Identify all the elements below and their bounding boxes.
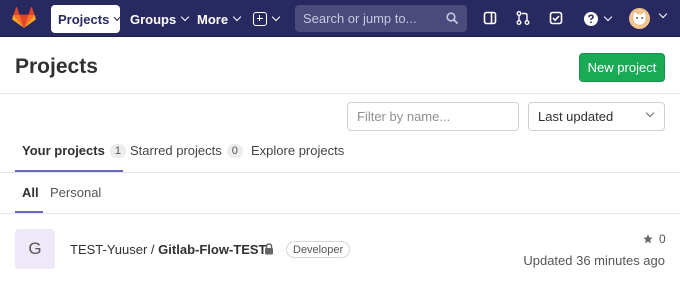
role-badge: Developer	[286, 241, 351, 258]
nav-groups-dropdown[interactable]: Groups	[130, 5, 190, 33]
new-item-dropdown[interactable]	[253, 5, 281, 33]
gitlab-logo-icon[interactable]	[12, 7, 36, 29]
tab-count-badge: 0	[226, 143, 243, 158]
tab-count-badge: 1	[109, 143, 126, 158]
todo-icon[interactable]	[548, 10, 564, 26]
sidebar-icon[interactable]	[482, 10, 498, 26]
chevron-down-icon[interactable]	[658, 9, 668, 19]
top-navbar: Projects Groups More Search or jump to..…	[0, 0, 680, 37]
project-title-link[interactable]: TEST-Yuuser / Gitlab-Flow-TEST	[70, 242, 267, 257]
divider	[0, 172, 680, 173]
merge-request-icon[interactable]	[515, 10, 531, 26]
plus-square-icon	[253, 12, 267, 26]
chevron-down-icon	[645, 108, 655, 118]
tab-label: Starred projects	[130, 143, 222, 158]
avatar-image	[632, 10, 647, 26]
tab-starred-projects[interactable]: Starred projects 0	[130, 143, 243, 158]
subtab-personal[interactable]: Personal	[50, 185, 101, 200]
tab-label: Explore projects	[251, 143, 345, 158]
filter-by-name-input[interactable]	[347, 102, 519, 131]
user-avatar[interactable]	[629, 8, 650, 29]
nav-more-label: More	[197, 11, 229, 27]
nav-projects-dropdown[interactable]: Projects	[51, 5, 122, 33]
chevron-down-icon	[113, 13, 122, 21]
divider	[0, 93, 680, 94]
page-title: Projects	[15, 55, 98, 78]
sort-label: Last updated	[538, 109, 614, 124]
nav-groups-label: Groups	[130, 11, 177, 27]
chevron-down-icon	[180, 12, 190, 22]
star-count: 0	[659, 232, 666, 246]
help-dropdown[interactable]	[583, 5, 613, 33]
tab-explore-projects[interactable]: Explore projects	[251, 143, 344, 158]
project-avatar[interactable]: G	[15, 229, 55, 269]
help-icon	[584, 12, 598, 26]
new-project-button[interactable]: New project	[579, 53, 665, 82]
nav-projects-label: Projects	[58, 11, 110, 27]
sort-dropdown[interactable]: Last updated	[528, 102, 665, 131]
tab-label: Your projects	[22, 143, 105, 158]
nav-more-dropdown[interactable]: More	[197, 5, 242, 33]
divider	[0, 213, 680, 214]
project-namespace: TEST-Yuuser /	[70, 242, 155, 257]
last-updated-text: Updated 36 minutes ago	[523, 253, 665, 268]
chevron-down-icon	[232, 12, 242, 22]
chevron-down-icon	[271, 12, 281, 22]
search-placeholder: Search or jump to...	[303, 11, 417, 26]
chevron-down-icon	[603, 12, 613, 22]
project-name: Gitlab-Flow-TEST	[158, 242, 267, 257]
lock-icon	[265, 243, 273, 255]
subtab-all[interactable]: All	[22, 185, 39, 200]
tab-your-projects[interactable]: Your projects 1	[22, 143, 126, 158]
search-input[interactable]: Search or jump to...	[295, 5, 467, 32]
search-icon	[446, 12, 458, 24]
star-icon[interactable]	[643, 234, 653, 244]
